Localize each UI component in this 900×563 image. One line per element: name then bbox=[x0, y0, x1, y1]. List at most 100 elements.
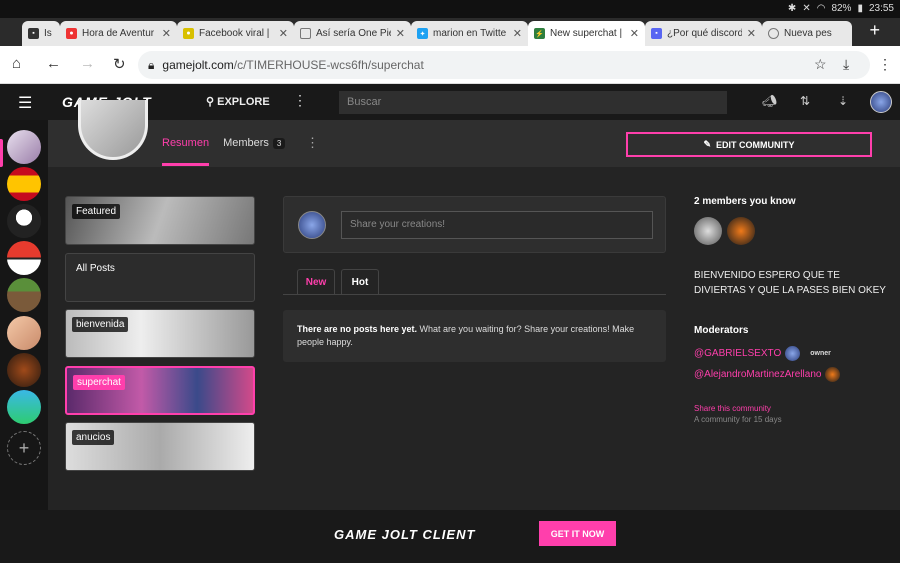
browser-tab[interactable]: Nueva pes bbox=[762, 21, 852, 46]
community-icon[interactable] bbox=[7, 130, 41, 164]
twitter-icon: ✦ bbox=[417, 28, 428, 39]
community-icon[interactable] bbox=[7, 241, 41, 275]
tab-title: marion en Twitte bbox=[433, 28, 507, 39]
pencil-icon: ✎ bbox=[703, 139, 712, 149]
channel-label: All Posts bbox=[76, 263, 115, 274]
browser-menu-icon[interactable]: ⋮ bbox=[878, 56, 892, 73]
channel-bienvenida[interactable]: bienvenida bbox=[65, 309, 255, 358]
close-tab-icon[interactable]: ✕ bbox=[279, 27, 288, 40]
explore-label: EXPLORE bbox=[217, 96, 270, 108]
community-icon[interactable] bbox=[7, 204, 41, 238]
community-avatar bbox=[78, 100, 148, 160]
community-icon[interactable] bbox=[7, 390, 41, 424]
address-bar: ⌂ ← → ↻ 🔒︎ gamejolt.com/c/TIMERHOUSE-wcs… bbox=[0, 46, 900, 84]
site-favicon: ● bbox=[66, 28, 77, 39]
members-you-know-title: 2 members you know bbox=[694, 196, 796, 207]
empty-feed-message: There are no posts here yet. What are yo… bbox=[283, 310, 666, 362]
browser-tab[interactable]: ▪ Is D bbox=[22, 21, 60, 46]
channel-featured[interactable]: Featured bbox=[65, 196, 255, 245]
more-menu-icon[interactable]: ⋮ bbox=[293, 92, 307, 109]
moderator-row[interactable]: @GABRIELSEXTO owner bbox=[694, 346, 894, 361]
tab-title: Hora de Aventur bbox=[82, 28, 155, 39]
moderator-name[interactable]: @AlejandroMartinezArellano bbox=[694, 369, 821, 380]
search-input[interactable]: Buscar bbox=[339, 91, 727, 114]
member-avatar[interactable] bbox=[694, 217, 722, 245]
notifications-icon[interactable]: ⇣ bbox=[838, 94, 848, 108]
browser-tab[interactable]: ✦ marion en Twitte ✕ bbox=[411, 21, 528, 46]
edit-community-button[interactable]: ✎ EDIT COMMUNITY bbox=[626, 132, 872, 157]
tab-title: New superchat | bbox=[550, 28, 623, 39]
community-icon[interactable] bbox=[7, 278, 41, 312]
community-tabs: Resumen Members 3 bbox=[162, 137, 286, 166]
close-tab-icon[interactable]: ✕ bbox=[513, 27, 522, 40]
channel-anucios[interactable]: anucios bbox=[65, 422, 255, 471]
edit-community-label: EDIT COMMUNITY bbox=[716, 139, 795, 150]
document-icon bbox=[300, 28, 311, 39]
post-composer: Share your creations! bbox=[283, 196, 666, 253]
hamburger-menu-icon[interactable]: ☰ bbox=[18, 93, 32, 113]
community-sidebar: 2 members you know BIENVENIDO ESPERO QUE… bbox=[694, 196, 894, 424]
tab-overview[interactable]: Resumen bbox=[162, 137, 210, 166]
url-field[interactable]: 🔒︎ gamejolt.com/c/TIMERHOUSE-wcs6fh/supe… bbox=[138, 51, 870, 79]
community-icon[interactable] bbox=[7, 316, 41, 350]
browser-tab[interactable]: Así sería One Pie ✕ bbox=[294, 21, 411, 46]
tab-members[interactable]: Members 3 bbox=[223, 137, 286, 166]
moderator-avatar bbox=[825, 367, 841, 382]
member-avatar[interactable] bbox=[726, 217, 755, 245]
browser-tab[interactable]: ▪ ¿Por qué discord ✕ bbox=[645, 21, 762, 46]
home-icon[interactable]: ⌂ bbox=[12, 55, 21, 72]
back-icon[interactable]: ← bbox=[46, 55, 61, 72]
channel-label: bienvenida bbox=[72, 317, 129, 332]
activity-icon[interactable]: ⇅ bbox=[800, 94, 810, 108]
community-page: Resumen Members 3 ⋮ ✎ EDIT COMMUNITY Feat… bbox=[48, 100, 900, 510]
channel-all-posts[interactable]: All Posts bbox=[65, 253, 255, 302]
get-it-now-button[interactable]: GET IT NOW bbox=[539, 521, 616, 546]
add-community-button[interactable]: + bbox=[7, 431, 41, 465]
tab-hot[interactable]: Hot bbox=[341, 269, 379, 294]
wifi-icon: ◠ bbox=[816, 3, 826, 14]
community-icon[interactable] bbox=[7, 167, 41, 201]
close-tab-icon[interactable]: ✕ bbox=[747, 27, 756, 40]
bookmark-star-icon[interactable]: ☆ bbox=[814, 56, 827, 73]
forward-icon[interactable]: → bbox=[80, 55, 95, 72]
reload-icon[interactable]: ↻ bbox=[113, 55, 126, 73]
gamejolt-favicon: ⚡ bbox=[534, 28, 545, 39]
tab-new[interactable]: New bbox=[297, 269, 335, 294]
channel-label: Featured bbox=[72, 204, 121, 219]
browser-tab[interactable]: ● Hora de Aventur ✕ bbox=[60, 21, 177, 46]
tab-title: Is D bbox=[44, 28, 54, 39]
feed-divider bbox=[283, 294, 666, 295]
url-path: /c/TIMERHOUSE-wcs6fh/superchat bbox=[233, 58, 424, 72]
share-community-link[interactable]: Share this community bbox=[694, 404, 894, 413]
battery-icon: ▮ bbox=[857, 3, 863, 14]
channel-superchat[interactable]: superchat bbox=[65, 366, 255, 415]
browser-tab[interactable]: ● Facebook viral | ✕ bbox=[177, 21, 294, 46]
lock-icon: 🔒︎ bbox=[148, 57, 155, 72]
site-favicon: ● bbox=[183, 28, 194, 39]
close-tab-icon[interactable]: ✕ bbox=[396, 27, 405, 40]
browser-tab-active[interactable]: ⚡ New superchat | ✕ bbox=[528, 21, 645, 46]
site-favicon: ▪ bbox=[651, 28, 662, 39]
announcements-icon[interactable]: 📣︎ bbox=[762, 94, 777, 108]
clock: 23:55 bbox=[868, 3, 894, 14]
share-creations-input[interactable]: Share your creations! bbox=[341, 211, 653, 239]
download-icon[interactable]: ⤓ bbox=[843, 56, 849, 73]
battery-level: 82% bbox=[831, 3, 852, 14]
community-rail: + bbox=[0, 120, 48, 563]
explore-link[interactable]: ⚲ EXPLORE bbox=[206, 95, 270, 108]
moderators-title: Moderators bbox=[694, 325, 749, 336]
community-more-icon[interactable]: ⋮ bbox=[306, 135, 319, 151]
moderator-name[interactable]: @GABRIELSEXTO bbox=[694, 348, 781, 359]
client-banner: GAME JOLT CLIENT GET IT NOW bbox=[0, 510, 900, 563]
close-tab-icon[interactable]: ✕ bbox=[630, 27, 639, 40]
client-logo: GAME JOLT CLIENT bbox=[334, 527, 476, 542]
tab-members-label: Members bbox=[223, 137, 269, 149]
site-favicon: ▪ bbox=[28, 28, 39, 39]
community-icon[interactable] bbox=[7, 353, 41, 387]
browser-tabstrip: ▪ Is D ● Hora de Aventur ✕ ● Facebook vi… bbox=[0, 18, 900, 46]
channel-label: anucios bbox=[72, 430, 115, 445]
user-avatar[interactable] bbox=[870, 91, 892, 113]
close-tab-icon[interactable]: ✕ bbox=[162, 27, 171, 40]
new-tab-icon[interactable]: + bbox=[869, 20, 880, 41]
moderator-row[interactable]: @AlejandroMartinezArellano bbox=[694, 367, 894, 382]
